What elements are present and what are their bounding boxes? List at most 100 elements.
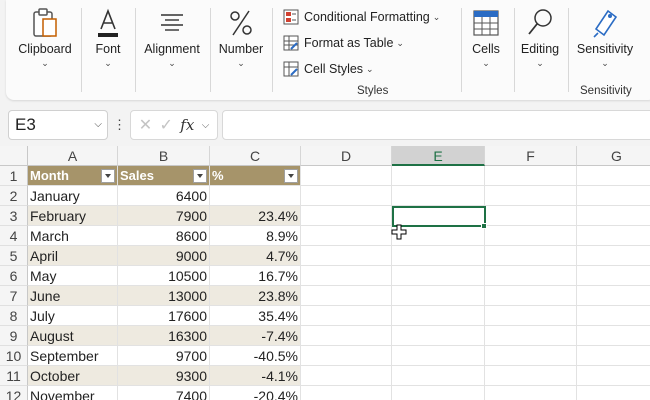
formula-input[interactable] (222, 110, 650, 140)
row-header[interactable]: 1 (0, 166, 28, 186)
empty-cell[interactable] (485, 246, 577, 266)
table-cell[interactable]: 8.9% (210, 226, 301, 246)
column-header-c[interactable]: C (210, 146, 301, 166)
table-cell[interactable]: April (28, 246, 118, 266)
empty-cell[interactable] (485, 326, 577, 346)
empty-cell[interactable] (577, 246, 650, 266)
row-header[interactable]: 7 (0, 286, 28, 306)
empty-cell[interactable] (301, 346, 392, 366)
table-cell[interactable]: 16300 (118, 326, 210, 346)
table-cell[interactable]: 13000 (118, 286, 210, 306)
cells-button[interactable]: Cells ⌄ (466, 4, 506, 68)
empty-cell[interactable] (301, 206, 392, 226)
table-cell[interactable]: September (28, 346, 118, 366)
table-cell[interactable]: 4.7% (210, 246, 301, 266)
table-cell[interactable]: 9700 (118, 346, 210, 366)
more-options-icon[interactable]: ⋮ (113, 116, 126, 134)
table-cell[interactable]: 10500 (118, 266, 210, 286)
table-cell[interactable]: 35.4% (210, 306, 301, 326)
row-header[interactable]: 8 (0, 306, 28, 326)
empty-cell[interactable] (577, 166, 650, 186)
empty-cell[interactable] (392, 266, 485, 286)
empty-cell[interactable] (392, 286, 485, 306)
row-header[interactable]: 9 (0, 326, 28, 346)
row-header[interactable]: 2 (0, 186, 28, 206)
empty-cell[interactable] (577, 306, 650, 326)
empty-cell[interactable] (392, 166, 485, 186)
worksheet-grid[interactable]: ABCDEFG 1 Month Sales% 2 January 6400 3 Februar… (0, 146, 650, 400)
empty-cell[interactable] (301, 166, 392, 186)
table-header-cell[interactable]: Sales (118, 166, 210, 186)
table-cell[interactable]: -20.4% (210, 386, 301, 400)
table-cell[interactable]: 23.8% (210, 286, 301, 306)
empty-cell[interactable] (392, 186, 485, 206)
confirm-icon[interactable]: ✓ (159, 115, 172, 135)
empty-cell[interactable] (485, 386, 577, 400)
empty-cell[interactable] (392, 326, 485, 346)
alignment-button[interactable]: Alignment ⌄ (142, 4, 202, 68)
table-cell[interactable]: 8600 (118, 226, 210, 246)
empty-cell[interactable] (485, 306, 577, 326)
font-button[interactable]: Font ⌄ (88, 4, 128, 68)
empty-cell[interactable] (485, 366, 577, 386)
clipboard-button[interactable]: Clipboard ⌄ (16, 4, 74, 68)
chevron-down-icon[interactable]: ⌵ (202, 120, 210, 131)
row-header[interactable]: 3 (0, 206, 28, 226)
number-button[interactable]: Number ⌄ (216, 4, 266, 68)
empty-cell[interactable] (392, 246, 485, 266)
filter-dropdown-icon[interactable] (193, 169, 207, 183)
empty-cell[interactable] (301, 246, 392, 266)
table-header-cell[interactable]: Month (28, 166, 118, 186)
sensitivity-button[interactable]: Sensitivity ⌄ (576, 4, 634, 68)
column-header-e[interactable]: E (392, 146, 485, 166)
empty-cell[interactable] (392, 366, 485, 386)
empty-cell[interactable] (301, 226, 392, 246)
select-all-corner[interactable] (0, 146, 28, 166)
table-cell[interactable] (210, 186, 301, 206)
table-cell[interactable]: -7.4% (210, 326, 301, 346)
empty-cell[interactable] (301, 386, 392, 400)
editing-button[interactable]: Editing ⌄ (518, 4, 562, 68)
column-header-b[interactable]: B (118, 146, 210, 166)
column-header-f[interactable]: F (485, 146, 577, 166)
column-header-a[interactable]: A (28, 146, 118, 166)
table-cell[interactable]: November (28, 386, 118, 400)
empty-cell[interactable] (392, 306, 485, 326)
empty-cell[interactable] (485, 286, 577, 306)
cell-styles-button[interactable]: Cell Styles ⌄ (282, 58, 374, 80)
table-cell[interactable]: May (28, 266, 118, 286)
row-header[interactable]: 5 (0, 246, 28, 266)
empty-cell[interactable] (577, 346, 650, 366)
empty-cell[interactable] (485, 226, 577, 246)
fill-handle[interactable] (481, 223, 487, 229)
table-cell[interactable]: 9300 (118, 366, 210, 386)
format-as-table-button[interactable]: Format as Table ⌄ (282, 32, 404, 54)
table-cell[interactable]: 16.7% (210, 266, 301, 286)
empty-cell[interactable] (485, 346, 577, 366)
empty-cell[interactable] (577, 286, 650, 306)
table-cell[interactable]: June (28, 286, 118, 306)
table-cell[interactable]: March (28, 226, 118, 246)
empty-cell[interactable] (301, 286, 392, 306)
empty-cell[interactable] (485, 166, 577, 186)
table-cell[interactable]: 17600 (118, 306, 210, 326)
empty-cell[interactable] (301, 306, 392, 326)
filter-dropdown-icon[interactable] (101, 169, 115, 183)
row-header[interactable]: 10 (0, 346, 28, 366)
insert-function-icon[interactable]: fx (180, 116, 194, 134)
row-header[interactable]: 4 (0, 226, 28, 246)
row-header[interactable]: 12 (0, 386, 28, 400)
empty-cell[interactable] (301, 186, 392, 206)
table-cell[interactable]: February (28, 206, 118, 226)
empty-cell[interactable] (485, 266, 577, 286)
empty-cell[interactable] (301, 266, 392, 286)
table-cell[interactable]: 7900 (118, 206, 210, 226)
empty-cell[interactable] (485, 186, 577, 206)
empty-cell[interactable] (577, 226, 650, 246)
filter-dropdown-icon[interactable] (284, 169, 298, 183)
column-header-g[interactable]: G (577, 146, 650, 166)
conditional-formatting-button[interactable]: Conditional Formatting ⌄ (282, 6, 440, 28)
row-header[interactable]: 11 (0, 366, 28, 386)
table-cell[interactable]: -4.1% (210, 366, 301, 386)
empty-cell[interactable] (577, 186, 650, 206)
